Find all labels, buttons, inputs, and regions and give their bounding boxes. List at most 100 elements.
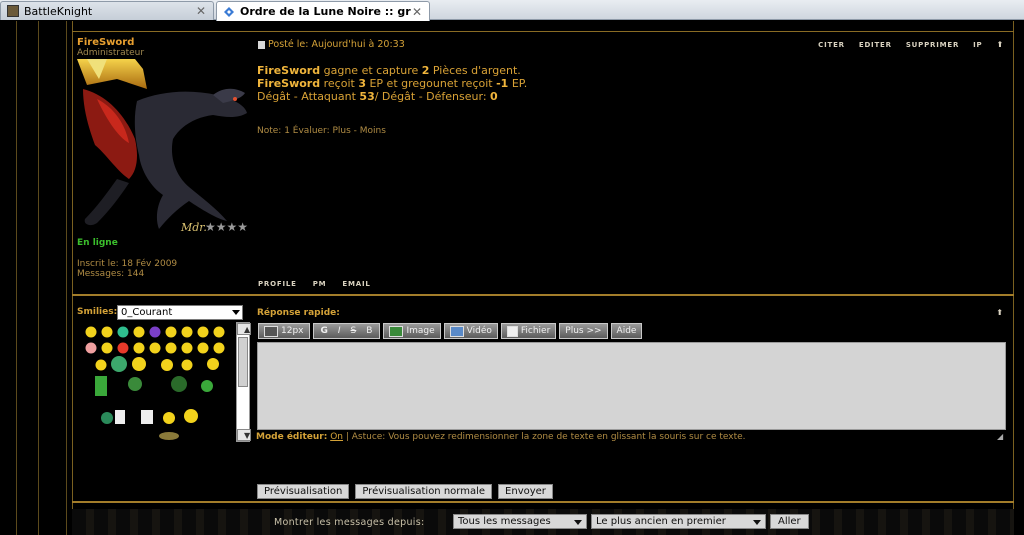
editor-toolbar: 12px G I S B Image Vidéo Fichier Plus >>… <box>258 323 643 339</box>
file-icon <box>506 325 518 337</box>
more-button[interactable]: Plus >> <box>559 323 608 339</box>
close-tab-icon[interactable]: ✕ <box>411 5 423 19</box>
scroll-down-icon[interactable]: ▼ <box>237 429 251 441</box>
send-button[interactable]: Envoyer <box>498 484 553 499</box>
tab-title: Ordre de la Lune Noire :: gregoun... <box>240 5 411 18</box>
smilies-category-select[interactable]: 0_Courant <box>117 305 243 320</box>
avatar-signature: Mdr. <box>180 221 207 234</box>
smilies-scrollbar[interactable]: ▲ ▼ <box>236 322 251 442</box>
post-text: EP. <box>508 77 528 90</box>
tab-battleknight[interactable]: BattleKnight ✕ <box>0 1 214 20</box>
player-name: FireSword <box>257 77 321 90</box>
resize-handle-icon[interactable]: ◢ <box>997 432 1003 441</box>
post-text: reçoit <box>320 77 359 90</box>
author-avatar: Mdr. ★★★★ <box>77 59 249 236</box>
post-number: 53 <box>359 90 375 103</box>
help-button[interactable]: Aide <box>610 323 643 339</box>
italic-button[interactable]: I <box>338 326 341 336</box>
pm-button[interactable]: PM <box>313 280 327 288</box>
profile-links: PROFILE PM EMAIL <box>258 280 371 288</box>
tab-title: BattleKnight <box>24 4 93 18</box>
bold-button[interactable]: G <box>321 326 328 336</box>
editor-tip: | Astuce: Vous pouvez redimensionner la … <box>342 432 746 442</box>
image-button-label: Image <box>406 326 435 336</box>
back-to-top-icon[interactable]: ⬆ <box>996 40 1004 49</box>
ip-button[interactable]: IP <box>973 41 982 49</box>
post-text: Dégât - Attaquant <box>257 90 360 103</box>
post-document-icon <box>258 40 265 49</box>
font-size-label: 12px <box>281 326 304 336</box>
normal-preview-button[interactable]: Prévisualisation normale <box>355 484 493 499</box>
frame-border-right <box>1013 21 1014 535</box>
email-button[interactable]: EMAIL <box>342 280 370 288</box>
post-actions: CITER EDITER SUPPRIMER IP ⬆ <box>818 40 1004 49</box>
quick-reply-title: Réponse rapide: <box>257 308 340 318</box>
quote-button[interactable]: CITER <box>818 41 845 49</box>
close-tab-icon[interactable]: ✕ <box>195 4 207 18</box>
order-select[interactable]: Le plus ancien en premier <box>591 514 766 529</box>
frame-border-inner <box>66 21 67 535</box>
post-text: Pièces d'argent. <box>429 64 521 77</box>
reply-textarea[interactable] <box>257 342 1006 430</box>
profile-button[interactable]: PROFILE <box>258 280 297 288</box>
post-number: -1 <box>496 77 509 90</box>
smilies-panel[interactable] <box>77 322 249 442</box>
smilies-label: Smilies: <box>77 307 118 317</box>
strike-button[interactable]: S <box>351 326 357 336</box>
edit-button[interactable]: EDITER <box>859 41 892 49</box>
post-text: gagne et capture <box>320 64 422 77</box>
author-rank: Administrateur <box>77 48 145 58</box>
scroll-up-icon[interactable]: ▲ <box>237 323 251 335</box>
battleknight-favicon-icon <box>7 5 19 17</box>
back-to-top-icon[interactable]: ⬆ <box>996 308 1003 317</box>
font-size-icon <box>264 325 278 337</box>
forum-favicon-icon <box>223 6 235 18</box>
reply-bottom-border <box>72 501 1014 503</box>
smiley-icon <box>85 326 225 440</box>
files-button-label: Fichier <box>520 326 551 336</box>
post-line: FireSword reçoit 3 EP et gregounet reçoi… <box>257 77 527 90</box>
post-text: EP et gregounet reçoit <box>365 77 497 90</box>
post-top-border <box>72 31 1014 32</box>
post-author[interactable]: FireSword <box>77 37 134 48</box>
post-line: Dégât - Attaquant 53/ Dégât - Défenseur:… <box>257 90 498 103</box>
scroll-thumb[interactable] <box>238 337 248 387</box>
period-select[interactable]: Tous les messages <box>453 514 587 529</box>
frame-border-content <box>72 21 73 535</box>
go-button[interactable]: Aller <box>770 514 809 529</box>
format-buttons: G I S B <box>312 323 381 339</box>
joined-date: Inscrit le: 18 Fév 2009 <box>77 259 178 269</box>
online-status: En ligne <box>77 238 118 248</box>
period-select-value: Tous les messages <box>458 516 551 527</box>
video-icon <box>449 325 464 337</box>
player-name: FireSword <box>257 64 321 77</box>
editor-mode-line: Mode éditeur: On | Astuce: Vous pouvez r… <box>256 432 746 442</box>
show-messages-label: Montrer les messages depuis: <box>274 517 425 528</box>
delete-button[interactable]: SUPPRIMER <box>906 41 959 49</box>
chevron-down-icon <box>232 310 240 315</box>
b-button[interactable]: B <box>366 326 372 336</box>
post-number: 0 <box>490 90 498 103</box>
post-vote[interactable]: Note: 1 Évaluer: Plus - Moins <box>257 126 386 136</box>
chevron-down-icon <box>574 520 582 525</box>
frame-border-left <box>16 21 17 535</box>
submit-buttons: Prévisualisation Prévisualisation normal… <box>257 484 553 499</box>
image-button[interactable]: Image <box>383 323 441 339</box>
video-button[interactable]: Vidéo <box>443 323 498 339</box>
video-button-label: Vidéo <box>466 326 492 336</box>
order-select-value: Le plus ancien en premier <box>596 516 726 527</box>
font-size-select[interactable]: 12px <box>258 323 310 339</box>
smilies-category-value: 0_Courant <box>121 307 173 318</box>
preview-button[interactable]: Prévisualisation <box>257 484 350 499</box>
post-date-text: Posté le: Aujourd'hui à 20:33 <box>268 39 405 50</box>
rank-stars: ★★★★ <box>205 220 248 234</box>
files-button[interactable]: Fichier <box>500 323 557 339</box>
post-line: FireSword gagne et capture 2 Pièces d'ar… <box>257 64 521 77</box>
message-count: Messages: 144 <box>77 269 145 279</box>
editor-mode-label: Mode éditeur: <box>256 432 328 442</box>
frame-border-inner <box>38 21 39 535</box>
post-number: 3 <box>358 77 366 90</box>
tab-ordre-lune-noire[interactable]: Ordre de la Lune Noire :: gregoun... ✕ <box>216 1 430 21</box>
editor-mode-toggle[interactable]: On <box>330 432 343 442</box>
image-icon <box>389 325 404 337</box>
